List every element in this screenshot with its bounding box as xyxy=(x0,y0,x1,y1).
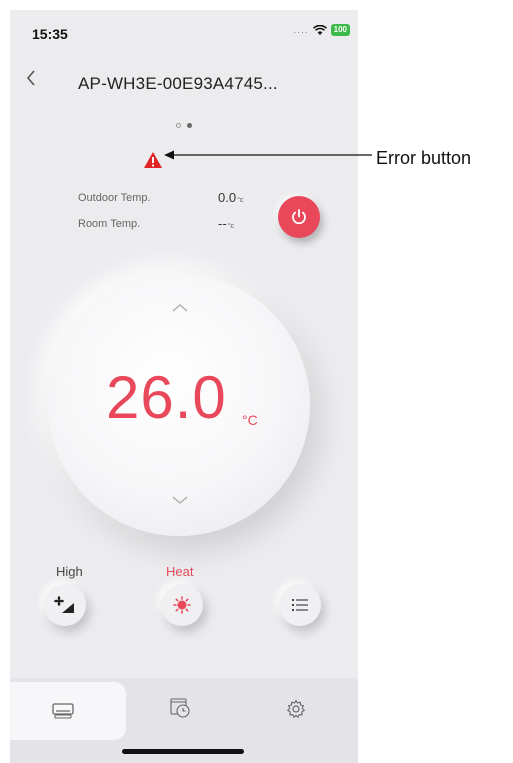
annotation-label: Error button xyxy=(376,148,472,168)
annotation-arrow xyxy=(164,150,372,160)
